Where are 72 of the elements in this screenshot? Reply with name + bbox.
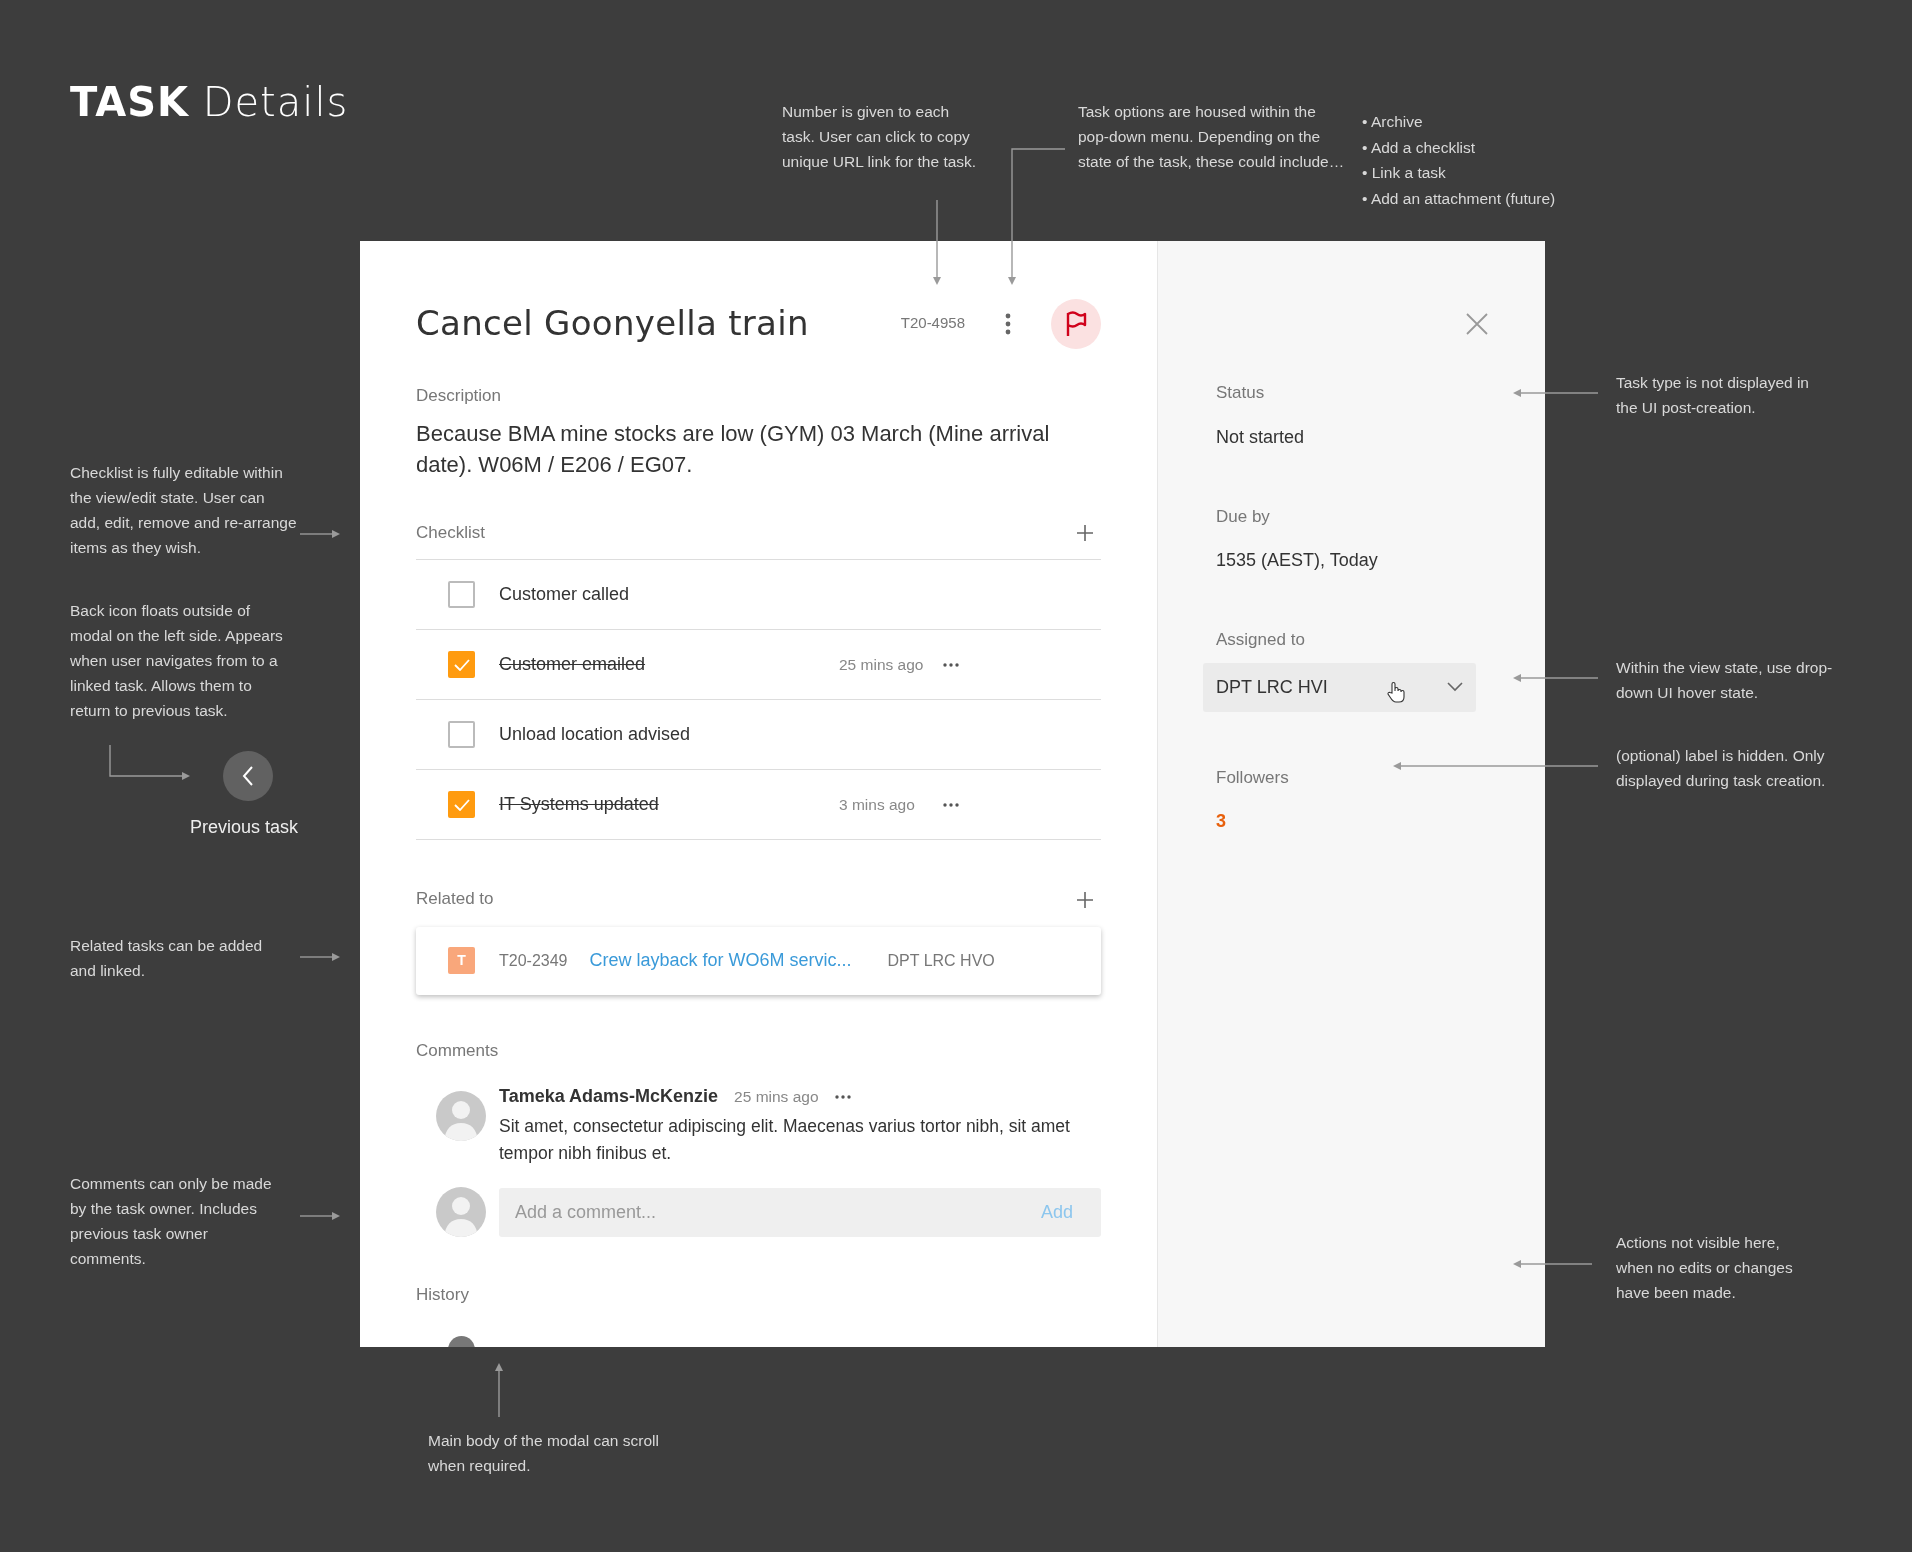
task-number-link[interactable]: T20-4958	[900, 312, 965, 335]
field-label: Assigned to	[1216, 629, 1306, 651]
close-button[interactable]	[1466, 311, 1488, 335]
checklist-item-text: Customer emailed	[499, 653, 647, 676]
section-label: Checklist	[416, 521, 485, 544]
field-label: Due by	[1216, 505, 1271, 528]
checkbox[interactable]	[448, 581, 475, 608]
menu-option-text: • Add a checklist	[1362, 137, 1477, 158]
flag-icon	[1065, 310, 1087, 337]
section-label: Comments	[416, 1039, 500, 1062]
back-button-label: Previous task	[190, 816, 299, 839]
checkbox[interactable]	[448, 791, 475, 818]
comment-time: 25 mins ago	[734, 1086, 819, 1107]
comment-author: Tameka Adams-McKenzie	[499, 1085, 719, 1108]
checklist-item-text: IT Systems updated	[499, 793, 660, 816]
chevron-down-icon	[1447, 682, 1463, 692]
assignee-dropdown[interactable]: DPT LRC HVI	[1203, 662, 1476, 712]
section-label: History	[416, 1284, 470, 1306]
task-title: Cancel Goonyella train	[416, 302, 809, 345]
task-type-badge: T	[448, 947, 475, 974]
field-label: Followers	[1216, 766, 1290, 789]
section-label: Description	[416, 385, 503, 407]
field-value: Not started	[1216, 425, 1306, 449]
annotation-note: Back icon floats outside of modal on the left side. Appears when user navigates from to a linked task. Allows them to return to previous task.	[70, 601, 283, 721]
more-options-button[interactable]	[1005, 311, 1011, 336]
annotation-arrow	[299, 530, 340, 538]
checklist-item-text: Customer called	[499, 583, 631, 606]
menu-option-text: • Add an attachment (future)	[1362, 188, 1556, 209]
check-icon	[453, 798, 470, 811]
annotation-note: Related tasks can be added and linked.	[70, 936, 263, 981]
field-label: Status	[1216, 382, 1266, 404]
task-description: Because BMA mine stocks are low (GYM) 03 March (Mine arrival date). W06M / E206 / EG07.	[416, 419, 1051, 479]
check-icon	[453, 658, 470, 671]
ellipsis-icon	[834, 1095, 851, 1100]
annotation-note: Main body of the modal can scroll when required.	[428, 1431, 659, 1476]
annotation-note: Task options are housed within the pop-down menu. Depending on the state of the task, these could include…	[1078, 102, 1345, 172]
annotation-note: Actions not visible here, when no edits or changes have been made.	[1616, 1233, 1793, 1303]
annotation-note: Number is given to each task. User can click to copy unique URL link for the task.	[782, 102, 977, 172]
page-title: TASK Details	[70, 78, 349, 127]
annotation-note: Comments can only be made by the task owner. Includes previous task owner comments.	[70, 1174, 272, 1269]
ellipsis-icon	[943, 663, 959, 668]
annotation-note: (optional) label is hidden. Only displayed during task creation.	[1616, 746, 1826, 791]
chevron-left-icon	[241, 765, 255, 787]
annotation-arrow	[299, 1212, 340, 1220]
menu-option-text: • Archive	[1362, 112, 1424, 132]
annotation-note: Within the view state, use drop- down UI hover state.	[1616, 658, 1833, 703]
checklist-item-time: 25 mins ago	[839, 654, 925, 675]
section-label: Related to	[416, 888, 494, 910]
checklist-item-text: Unload location advised	[499, 723, 692, 746]
related-task-number: T20-2349	[499, 950, 568, 971]
annotation-note: Checklist is fully editable within the view/edit state. User can add, edit, remove and re-arrange items as they wish.	[70, 463, 297, 558]
annotation-arrow	[299, 953, 340, 961]
checkbox[interactable]	[448, 721, 475, 748]
comment-input-field[interactable]: Add a comment... Add	[499, 1187, 1101, 1237]
comment-text: Sit amet, consectetur adipiscing elit. Maecenas varius tortor nibh, sit amet tempor nibh finibus et.	[499, 1115, 1071, 1165]
checklist-item-time: 3 mins ago	[839, 794, 916, 815]
annotation-note: Task type is not displayed in the UI post-creation.	[1616, 373, 1809, 418]
menu-option-text: • Link a task	[1362, 163, 1447, 183]
field-value: 1535 (AEST), Today	[1216, 549, 1379, 572]
related-task-card[interactable]: T T20-2349 Crew layback for WO6M servic... DPT LRC HVO	[416, 926, 1101, 995]
flag-button[interactable]	[1051, 298, 1101, 349]
avatar	[436, 1187, 486, 1237]
hand-cursor-icon	[1387, 681, 1405, 703]
related-task-assignee: DPT LRC HVO	[887, 950, 995, 971]
back-button[interactable]	[223, 751, 273, 801]
checkbox[interactable]	[448, 651, 475, 678]
add-comment-button[interactable]: Add	[1026, 1198, 1087, 1226]
annotation-arrow	[495, 1363, 503, 1418]
avatar	[436, 1091, 486, 1141]
ellipsis-icon	[943, 803, 959, 808]
related-task-link[interactable]: Crew layback for WO6M servic...	[589, 947, 888, 974]
followers-count[interactable]: 3	[1216, 808, 1489, 835]
